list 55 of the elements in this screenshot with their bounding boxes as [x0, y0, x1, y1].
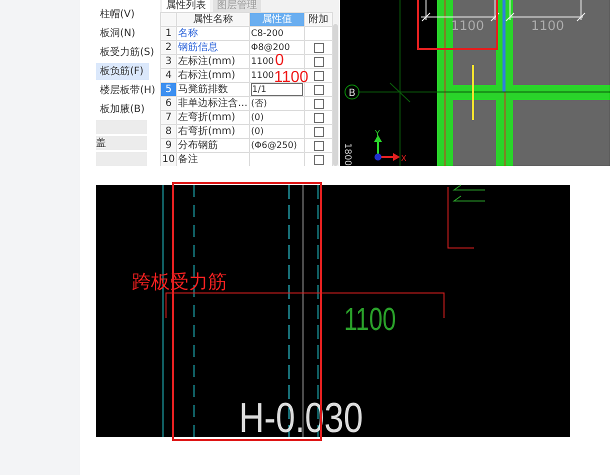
sidebar-item[interactable]: 柱帽(V) [96, 6, 149, 23]
property-value: (否) [250, 96, 304, 110]
sidebar-item[interactable]: 楼层板带(H) [96, 82, 158, 99]
property-name: 钢筋信息 [176, 40, 250, 54]
row-number: 2 [160, 40, 176, 54]
sidebar-item[interactable]: 板负筋(F) [96, 63, 149, 80]
row-number: 8 [160, 124, 176, 138]
column-header: 附加 [304, 12, 332, 26]
property-name: 名称 [176, 26, 250, 40]
axis-label: Y [375, 129, 380, 138]
value-input[interactable]: 1/1 [251, 84, 303, 96]
row-number: 5 [160, 82, 176, 96]
handwritten-mark: 1100 [274, 69, 308, 86]
row-number: 10 [160, 152, 176, 166]
property-value: (0) [250, 124, 304, 138]
property-name: 分布钢筋 [176, 138, 250, 152]
rebar-line [448, 186, 474, 248]
dimension-text: 1100 [344, 301, 413, 337]
panel-tab[interactable]: 属性列表 [162, 0, 210, 12]
property-name: 马凳筋排数 [176, 82, 250, 96]
row-number: 6 [160, 96, 176, 110]
row-number: 4 [160, 68, 176, 82]
checkbox[interactable] [314, 84, 324, 94]
property-value: C8-200 [250, 26, 304, 40]
checkbox[interactable] [314, 112, 324, 122]
property-value: (0) [250, 110, 304, 124]
sidebar-item[interactable]: 板洞(N) [96, 25, 149, 42]
scrollbar[interactable] [333, 24, 338, 166]
handwritten-mark: 0 [274, 52, 284, 69]
checkbox[interactable] [314, 70, 324, 80]
checkbox[interactable] [314, 98, 324, 108]
axis-arrows-icon [374, 135, 400, 161]
property-value: (Φ6@250) [250, 138, 304, 152]
checkbox[interactable] [314, 42, 324, 52]
axis-label: B [348, 88, 356, 99]
axis-bubble [344, 84, 360, 100]
edge-dimension-text: 1800 [342, 143, 352, 166]
arrow-mark-icon [452, 184, 486, 202]
dimension-text: 1100 [531, 19, 564, 34]
checkbox[interactable] [314, 56, 324, 66]
column-header: 属性值 [250, 12, 304, 26]
property-value: Φ8@200 [250, 40, 304, 54]
sidebar-item[interactable]: 板受力筋(S) [96, 44, 156, 61]
row-number: 1 [160, 26, 176, 40]
checkbox[interactable] [314, 154, 324, 164]
marker-line [472, 65, 474, 120]
column-header: 属性名称 [176, 12, 250, 26]
row-number: 9 [160, 138, 176, 152]
sidebar-item[interactable]: 盖 [96, 136, 147, 150]
row-number: 3 [160, 54, 176, 68]
checkbox[interactable] [314, 126, 324, 136]
row-number: 7 [160, 110, 176, 124]
checkbox[interactable] [314, 140, 324, 150]
sidebar-item[interactable]: 板加腋(B) [96, 101, 149, 118]
axis-label: X [401, 154, 406, 163]
